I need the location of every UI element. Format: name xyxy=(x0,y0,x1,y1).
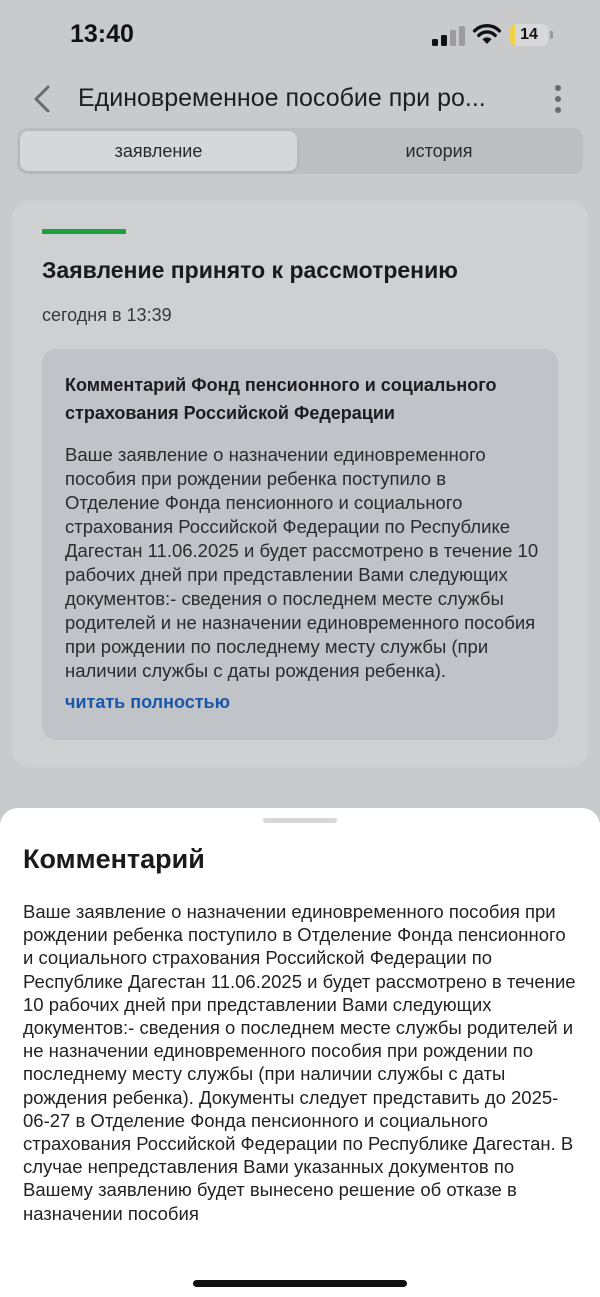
status-indicator xyxy=(42,229,126,234)
comment-sheet: Комментарий Ваше заявление о назначении … xyxy=(0,808,600,1297)
status-card: Заявление принято к рассмотрению сегодня… xyxy=(12,201,588,767)
status-bar: 13:40 14 xyxy=(0,0,600,70)
tab-application[interactable]: заявление xyxy=(20,131,297,171)
home-indicator[interactable] xyxy=(193,1280,407,1287)
comment-box: Комментарий Фонд пенсионного и социально… xyxy=(42,349,558,740)
status-date: сегодня в 13:39 xyxy=(42,305,172,325)
header: Единовременное пособие при ро... xyxy=(0,70,600,126)
more-vertical-icon[interactable] xyxy=(548,82,568,116)
segmented-control: заявление история xyxy=(17,128,583,174)
cellular-signal-icon xyxy=(432,26,465,46)
wifi-icon xyxy=(472,23,502,44)
battery-icon: 14 xyxy=(510,24,554,46)
battery-percent: 14 xyxy=(520,26,538,43)
tab-history[interactable]: история xyxy=(297,131,581,171)
read-more-link[interactable]: читать полностью xyxy=(65,692,230,713)
sheet-comment-text: Ваше заявление о назначении единовременн… xyxy=(23,901,576,1224)
comment-preview: Ваше заявление о назначении единовременн… xyxy=(65,444,539,681)
status-title: Заявление принято к рассмотрению xyxy=(42,257,458,283)
status-time: 13:40 xyxy=(70,20,134,48)
page-title: Единовременное пособие при ро... xyxy=(78,84,486,112)
sheet-grabber[interactable] xyxy=(263,818,337,823)
sheet-title: Комментарий xyxy=(23,844,205,874)
chevron-left-icon[interactable] xyxy=(28,82,58,116)
comment-heading: Комментарий Фонд пенсионного и социально… xyxy=(65,375,497,423)
